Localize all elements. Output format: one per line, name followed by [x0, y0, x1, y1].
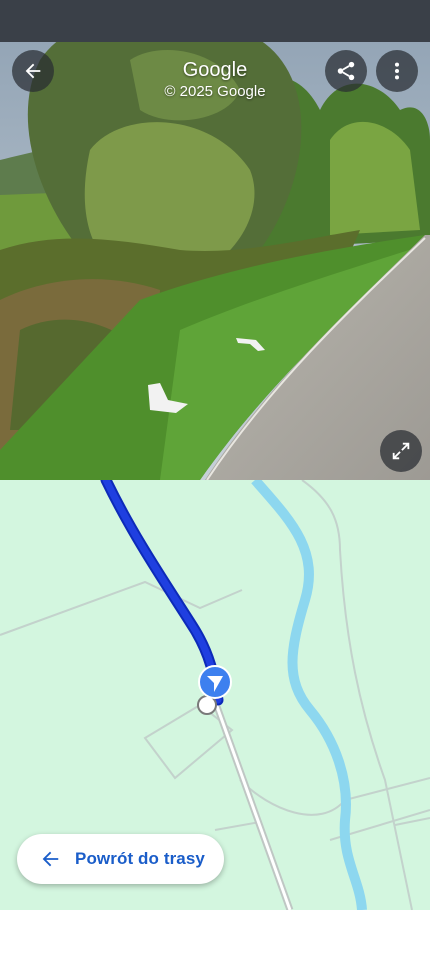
expand-icon: [392, 442, 410, 460]
share-button[interactable]: [325, 50, 367, 92]
return-to-route-button[interactable]: Powrót do trasy: [17, 834, 224, 884]
navigation-arrow-icon: [198, 665, 232, 699]
arrow-left-icon: [39, 848, 61, 870]
more-vert-icon: [394, 62, 400, 80]
more-options-button[interactable]: [376, 50, 418, 92]
status-bar: [0, 0, 430, 42]
share-icon: [337, 61, 355, 81]
fullscreen-button[interactable]: [380, 430, 422, 472]
street-view-panorama[interactable]: Google © 2025 Google: [0, 0, 430, 480]
return-to-route-label: Powrót do trasy: [75, 849, 205, 868]
copyright-text: © 2025 Google: [164, 83, 266, 100]
river: [251, 480, 367, 910]
bottom-area: [0, 910, 430, 960]
